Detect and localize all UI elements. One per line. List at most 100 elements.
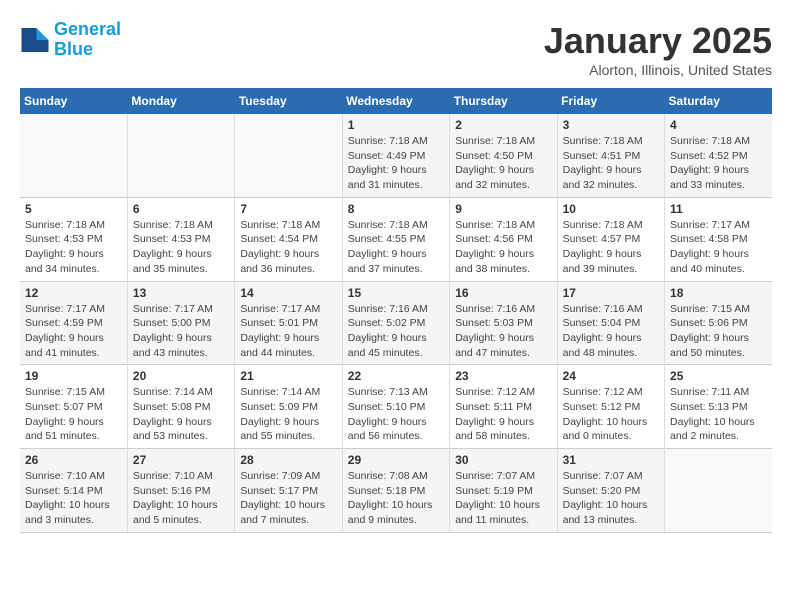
- calendar-cell: 12 Sunrise: 7:17 AMSunset: 4:59 PMDayligh…: [20, 281, 127, 365]
- calendar-cell: 15Sunrise: 7:16 AMSunset: 5:02 PMDayligh…: [342, 281, 449, 365]
- calendar-table: SundayMondayTuesdayWednesdayThursdayFrid…: [20, 88, 772, 533]
- header-cell-thursday: Thursday: [450, 88, 557, 114]
- week-row-3: 12 Sunrise: 7:17 AMSunset: 4:59 PMDayligh…: [20, 281, 772, 365]
- day-number: 19: [25, 369, 122, 383]
- day-number: 12: [25, 286, 122, 300]
- day-number: 25: [670, 369, 767, 383]
- day-number: 31: [563, 453, 659, 467]
- day-number: 22: [348, 369, 444, 383]
- calendar-cell: 17 Sunrise: 7:16 AMSunset: 5:04 PMDayligh…: [557, 281, 664, 365]
- day-number: 1: [348, 118, 444, 132]
- day-number: 17: [563, 286, 659, 300]
- day-number: 21: [240, 369, 336, 383]
- day-number: 8: [348, 202, 444, 216]
- calendar-cell: 20Sunrise: 7:14 AMSunset: 5:08 PMDayligh…: [127, 365, 234, 449]
- cell-content: Sunrise: 7:18 AMSunset: 4:49 PMDaylight:…: [348, 134, 444, 193]
- cell-content: Sunrise: 7:18 AMSunset: 4:51 PMDaylight:…: [563, 134, 659, 193]
- day-number: 2: [455, 118, 551, 132]
- cell-content: Sunrise: 7:18 AMSunset: 4:50 PMDaylight:…: [455, 134, 551, 193]
- header-cell-friday: Friday: [557, 88, 664, 114]
- header-cell-wednesday: Wednesday: [342, 88, 449, 114]
- calendar-cell: 30 Sunrise: 7:07 AMSunset: 5:19 PMDayligh…: [450, 449, 557, 533]
- cell-content: Sunrise: 7:18 AMSunset: 4:54 PMDaylight:…: [240, 218, 336, 277]
- day-number: 29: [348, 453, 444, 467]
- day-number: 11: [670, 202, 767, 216]
- calendar-cell: 28 Sunrise: 7:09 AMSunset: 5:17 PMDayligh…: [235, 449, 342, 533]
- header-row: SundayMondayTuesdayWednesdayThursdayFrid…: [20, 88, 772, 114]
- day-number: 13: [133, 286, 229, 300]
- calendar-cell: 8 Sunrise: 7:18 AMSunset: 4:55 PMDaylight…: [342, 197, 449, 281]
- week-row-2: 5 Sunrise: 7:18 AMSunset: 4:53 PMDaylight…: [20, 197, 772, 281]
- day-number: 4: [670, 118, 767, 132]
- logo: General Blue: [20, 20, 121, 60]
- header-cell-monday: Monday: [127, 88, 234, 114]
- cell-content: Sunrise: 7:17 AMSunset: 4:58 PMDaylight:…: [670, 218, 767, 277]
- calendar-cell: 23Sunrise: 7:12 AMSunset: 5:11 PMDayligh…: [450, 365, 557, 449]
- day-number: 23: [455, 369, 551, 383]
- calendar-cell: 25 Sunrise: 7:11 AMSunset: 5:13 PMDayligh…: [665, 365, 772, 449]
- cell-content: Sunrise: 7:07 AMSunset: 5:20 PMDaylight:…: [563, 469, 659, 528]
- cell-content: Sunrise: 7:12 AMSunset: 5:12 PMDaylight:…: [563, 385, 659, 444]
- cell-content: Sunrise: 7:18 AMSunset: 4:53 PMDaylight:…: [133, 218, 229, 277]
- cell-content: Sunrise: 7:15 AMSunset: 5:06 PMDaylight:…: [670, 302, 767, 361]
- day-number: 30: [455, 453, 551, 467]
- day-number: 6: [133, 202, 229, 216]
- day-number: 9: [455, 202, 551, 216]
- calendar-cell: 2 Sunrise: 7:18 AMSunset: 4:50 PMDaylight…: [450, 114, 557, 197]
- cell-content: Sunrise: 7:17 AMSunset: 5:00 PMDaylight:…: [133, 302, 229, 361]
- calendar-cell: 13 Sunrise: 7:17 AMSunset: 5:00 PMDayligh…: [127, 281, 234, 365]
- calendar-subtitle: Alorton, Illinois, United States: [544, 62, 772, 78]
- calendar-cell: 24Sunrise: 7:12 AMSunset: 5:12 PMDayligh…: [557, 365, 664, 449]
- cell-content: Sunrise: 7:15 AMSunset: 5:07 PMDaylight:…: [25, 385, 122, 444]
- calendar-cell: 26Sunrise: 7:10 AMSunset: 5:14 PMDayligh…: [20, 449, 127, 533]
- calendar-cell: 1 Sunrise: 7:18 AMSunset: 4:49 PMDaylight…: [342, 114, 449, 197]
- calendar-cell: 9Sunrise: 7:18 AMSunset: 4:56 PMDaylight…: [450, 197, 557, 281]
- calendar-cell: [235, 114, 342, 197]
- calendar-cell: 7 Sunrise: 7:18 AMSunset: 4:54 PMDaylight…: [235, 197, 342, 281]
- calendar-cell: 19 Sunrise: 7:15 AMSunset: 5:07 PMDayligh…: [20, 365, 127, 449]
- calendar-cell: [665, 449, 772, 533]
- day-number: 10: [563, 202, 659, 216]
- cell-content: Sunrise: 7:07 AMSunset: 5:19 PMDaylight:…: [455, 469, 551, 528]
- day-number: 5: [25, 202, 122, 216]
- cell-content: Sunrise: 7:09 AMSunset: 5:17 PMDaylight:…: [240, 469, 336, 528]
- cell-content: Sunrise: 7:18 AMSunset: 4:52 PMDaylight:…: [670, 134, 767, 193]
- calendar-cell: 10 Sunrise: 7:18 AMSunset: 4:57 PMDayligh…: [557, 197, 664, 281]
- calendar-cell: 27 Sunrise: 7:10 AMSunset: 5:16 PMDayligh…: [127, 449, 234, 533]
- week-row-4: 19 Sunrise: 7:15 AMSunset: 5:07 PMDayligh…: [20, 365, 772, 449]
- day-number: 14: [240, 286, 336, 300]
- calendar-cell: 31 Sunrise: 7:07 AMSunset: 5:20 PMDayligh…: [557, 449, 664, 533]
- day-number: 18: [670, 286, 767, 300]
- calendar-cell: 6 Sunrise: 7:18 AMSunset: 4:53 PMDaylight…: [127, 197, 234, 281]
- calendar-cell: 21Sunrise: 7:14 AMSunset: 5:09 PMDayligh…: [235, 365, 342, 449]
- week-row-5: 26Sunrise: 7:10 AMSunset: 5:14 PMDayligh…: [20, 449, 772, 533]
- day-number: 20: [133, 369, 229, 383]
- cell-content: Sunrise: 7:08 AMSunset: 5:18 PMDaylight:…: [348, 469, 444, 528]
- day-number: 7: [240, 202, 336, 216]
- header-cell-saturday: Saturday: [665, 88, 772, 114]
- calendar-cell: [20, 114, 127, 197]
- calendar-cell: 18 Sunrise: 7:15 AMSunset: 5:06 PMDayligh…: [665, 281, 772, 365]
- cell-content: Sunrise: 7:18 AMSunset: 4:55 PMDaylight:…: [348, 218, 444, 277]
- cell-content: Sunrise: 7:16 AMSunset: 5:02 PMDaylight:…: [348, 302, 444, 361]
- calendar-cell: 3 Sunrise: 7:18 AMSunset: 4:51 PMDaylight…: [557, 114, 664, 197]
- calendar-cell: 16Sunrise: 7:16 AMSunset: 5:03 PMDayligh…: [450, 281, 557, 365]
- calendar-cell: [127, 114, 234, 197]
- calendar-cell: 29 Sunrise: 7:08 AMSunset: 5:18 PMDayligh…: [342, 449, 449, 533]
- calendar-title: January 2025: [544, 20, 772, 62]
- page-header: General Blue January 2025 Alorton, Illin…: [20, 20, 772, 78]
- calendar-cell: 4 Sunrise: 7:18 AMSunset: 4:52 PMDaylight…: [665, 114, 772, 197]
- cell-content: Sunrise: 7:18 AMSunset: 4:53 PMDaylight:…: [25, 218, 122, 277]
- cell-content: Sunrise: 7:11 AMSunset: 5:13 PMDaylight:…: [670, 385, 767, 444]
- day-number: 27: [133, 453, 229, 467]
- cell-content: Sunrise: 7:17 AMSunset: 4:59 PMDaylight:…: [25, 302, 122, 361]
- calendar-header: SundayMondayTuesdayWednesdayThursdayFrid…: [20, 88, 772, 114]
- logo-icon: [20, 25, 50, 55]
- day-number: 16: [455, 286, 551, 300]
- cell-content: Sunrise: 7:10 AMSunset: 5:14 PMDaylight:…: [25, 469, 122, 528]
- cell-content: Sunrise: 7:10 AMSunset: 5:16 PMDaylight:…: [133, 469, 229, 528]
- day-number: 3: [563, 118, 659, 132]
- cell-content: Sunrise: 7:16 AMSunset: 5:04 PMDaylight:…: [563, 302, 659, 361]
- day-number: 28: [240, 453, 336, 467]
- cell-content: Sunrise: 7:18 AMSunset: 4:57 PMDaylight:…: [563, 218, 659, 277]
